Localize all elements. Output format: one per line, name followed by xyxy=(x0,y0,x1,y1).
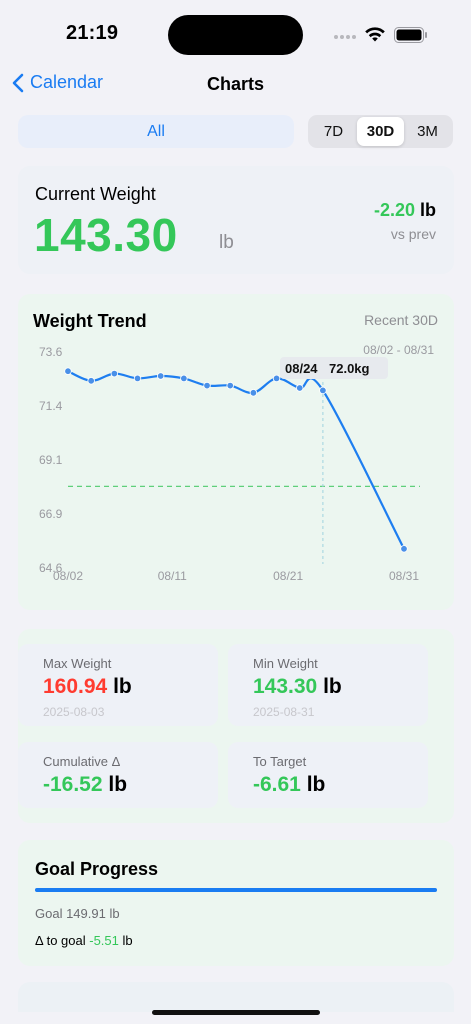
x-tick-label: 08/31 xyxy=(389,569,419,583)
data-point xyxy=(87,377,95,385)
weight-trend-card: Weight Trend Recent 30D 73.6 71.4 69.1 66.9… xyxy=(18,294,454,610)
x-tick-label: 08/21 xyxy=(273,569,303,583)
data-point xyxy=(296,384,304,392)
goal-progress-bar xyxy=(35,888,437,892)
trend-date-range: 08/02 - 08/31 xyxy=(363,343,434,357)
stat-min-weight: Min Weight 143.30 lb 2025-08-31 xyxy=(228,644,428,726)
current-weight-card: Current Weight 143.30 lb -2.20 lb vs pre… xyxy=(18,166,454,274)
current-weight-label: Current Weight xyxy=(35,184,156,204)
goal-delta: Δ to goal -5.51 lb xyxy=(35,933,133,948)
max-weight-value: 160.94 xyxy=(43,675,108,698)
stat-max-weight: Max Weight 160.94 lb 2025-08-03 xyxy=(18,644,218,726)
stat-date: 2025-08-31 xyxy=(253,705,315,719)
goal-delta-value: -5.51 xyxy=(89,933,119,948)
range-tab-30d[interactable]: 30D xyxy=(357,117,404,146)
range-tab-3m[interactable]: 3M xyxy=(404,117,451,146)
battery-icon xyxy=(394,27,427,43)
data-point xyxy=(272,374,281,383)
data-point xyxy=(319,386,327,395)
weight-delta-unit: lb xyxy=(420,200,436,220)
goal-delta-unit: lb xyxy=(122,933,133,948)
stat-date: 2025-08-03 xyxy=(43,705,105,719)
data-point xyxy=(249,389,258,397)
weight-delta: -2.20 lb xyxy=(374,200,436,221)
to-target-value: -6.61 xyxy=(253,773,301,796)
goal-delta-label: Δ to goal xyxy=(35,933,86,948)
tooltip-date: 08/24 xyxy=(285,361,318,376)
status-bar: 21:19 xyxy=(0,0,471,70)
stats-card: Max Weight 160.94 lb 2025-08-03 Min Weig… xyxy=(18,629,454,823)
data-point xyxy=(64,367,72,375)
weight-series-line xyxy=(66,370,406,550)
status-time: 21:19 xyxy=(66,22,119,44)
data-point xyxy=(133,374,142,383)
stat-to-target: To Target -6.61 lb xyxy=(228,742,428,808)
weight-delta-value: -2.20 xyxy=(373,200,415,220)
stat-label: Max Weight xyxy=(43,656,112,671)
dynamic-island xyxy=(168,15,303,55)
stat-unit: lb xyxy=(108,773,128,796)
wifi-icon xyxy=(365,27,385,42)
stat-label: Cumulative Δ xyxy=(43,754,121,769)
stat-cumulative-delta: Cumulative Δ -16.52 lb xyxy=(18,742,218,808)
y-tick-label: 69.1 xyxy=(39,453,63,467)
stat-unit: lb xyxy=(113,675,132,698)
navigation-bar: Calendar Charts xyxy=(0,66,471,106)
data-point xyxy=(180,374,188,383)
min-weight-value: 143.30 xyxy=(253,675,318,698)
y-tick-label: 73.6 xyxy=(39,345,63,359)
stat-unit: lb xyxy=(306,773,326,796)
current-weight-value: 143.30 xyxy=(34,209,178,261)
data-point xyxy=(203,381,211,390)
y-tick-label: 66.9 xyxy=(39,507,63,521)
cumulative-delta-value: -16.52 xyxy=(43,773,103,796)
next-card-peek xyxy=(18,982,454,1012)
stat-value: 160.94 lb xyxy=(43,675,218,699)
x-tick-label: 08/11 xyxy=(158,569,187,583)
stat-unit: lb xyxy=(323,675,342,698)
x-tick-label: 08/02 xyxy=(53,569,83,583)
data-point xyxy=(110,369,119,378)
weight-delta-caption: vs prev xyxy=(390,226,436,242)
current-weight-unit: lb xyxy=(219,232,234,253)
stat-label: To Target xyxy=(253,754,307,769)
data-point xyxy=(400,545,408,553)
range-segmented-control: 7D 30D 3M xyxy=(308,115,453,148)
range-tab-7d[interactable]: 7D xyxy=(310,117,357,146)
tooltip-value: 72.0kg xyxy=(329,361,370,376)
y-tick-label: 71.4 xyxy=(39,399,63,413)
stat-value: 143.30 lb xyxy=(253,675,428,699)
data-point xyxy=(156,372,165,380)
goal-title: Goal Progress xyxy=(35,859,159,879)
weight-trend-chart[interactable]: 73.671.469.166.964.608/02 08/11 08/21 08/31… xyxy=(18,294,454,610)
goal-target-label: Goal 149.91 lb xyxy=(35,906,120,921)
goal-progress-card: Goal Progress Goal 149.91 lb Δ to goal -… xyxy=(18,840,454,966)
cellular-signal-icon xyxy=(334,35,356,39)
stat-value: -16.52 lb xyxy=(43,773,218,797)
stat-label: Min Weight xyxy=(253,656,318,671)
home-indicator xyxy=(152,1010,320,1015)
goal-progress-fill xyxy=(35,888,437,892)
stat-value: -6.61 lb xyxy=(253,773,428,797)
data-point xyxy=(226,381,234,390)
page-title: Charts xyxy=(206,74,264,94)
filter-all-button[interactable]: All xyxy=(18,115,294,148)
